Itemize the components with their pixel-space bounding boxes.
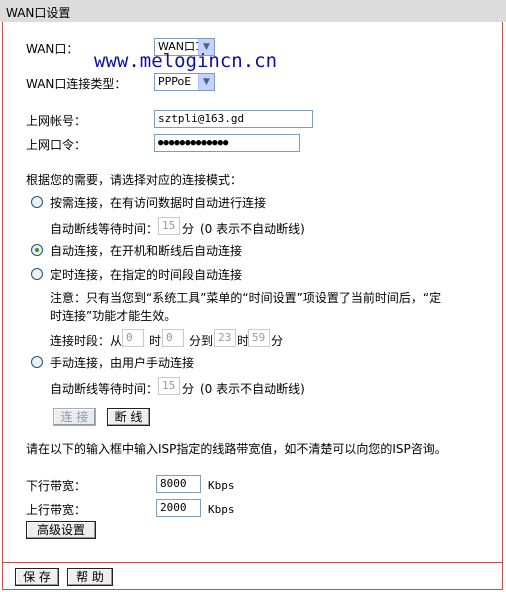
timed-label: 定时连接，在指定的时间段自动连接 [50,268,243,282]
period-label: 连接时段：从 [50,334,123,348]
wan-label: WAN口： [26,42,79,56]
period-minute-label: 分 [271,334,284,348]
page-title: WAN口设置 [6,6,71,20]
watermark: www.melogincn.cn [94,50,278,72]
idle-time-hint-2: (0 表示不自动断线) [200,382,305,396]
uplink-unit: Kbps [208,503,235,516]
connect-button[interactable]: 连 接 [53,408,96,426]
conn-type-select[interactable]: PPPoE ▼ [154,73,215,91]
period-hour-label: 时 [149,334,162,348]
idle-time-label-2: 自动断线等待时间： [50,382,159,396]
idle-time-label: 自动断线等待时间： [50,222,159,236]
disconnect-button[interactable]: 断 线 [107,408,150,426]
uplink-label: 上行带宽： [26,503,87,517]
on-demand-label: 按需连接，在有访问数据时自动进行连接 [50,196,267,210]
note-line-2: 时连接”功能才能生效。 [50,309,177,323]
auto-label: 自动连接，在开机和断线后自动连接 [50,244,243,258]
password-label: 上网口令： [26,138,87,152]
period-to-minute[interactable]: 59 [248,329,270,347]
note-line-1: 注意：只有当您到“系统工具”菜单的“时间设置”项设置了当前时间后，“定 [50,291,442,305]
idle-time-unit-2: 分 [182,382,195,396]
period-from-hour[interactable]: 0 [122,329,144,347]
idle-time-hint: (0 表示不自动断线) [200,222,305,236]
conn-type-label: WAN口连接类型： [26,77,127,91]
uplink-input[interactable]: 2000 [156,499,201,517]
account-input[interactable]: sztpli@163.gd [154,110,313,128]
help-button[interactable]: 帮 助 [67,568,113,586]
downlink-label: 下行带宽： [26,479,87,493]
bandwidth-prompt: 请在以下的输入框中输入ISP指定的线路带宽值，如不清楚可以向您的ISP咨询。 [26,442,447,456]
manual-label: 手动连接，由用户手动连接 [50,356,195,370]
downlink-input[interactable]: 8000 [156,475,201,493]
radio-auto[interactable] [31,244,43,256]
idle-time-input[interactable]: 15 [158,217,180,235]
advanced-settings-button[interactable]: 高级设置 [26,521,96,539]
period-from-minute[interactable]: 0 [162,329,184,347]
downlink-unit: Kbps [208,479,235,492]
password-input[interactable]: ●●●●●●●●●●●●● [154,134,300,152]
period-to-label: 分到 [189,334,214,348]
radio-timed[interactable] [31,268,43,280]
radio-on-demand[interactable] [31,196,43,208]
save-button[interactable]: 保 存 [15,568,59,586]
period-to-hour[interactable]: 23 [214,329,236,347]
account-label: 上网帐号： [26,114,87,128]
idle-time-unit: 分 [182,222,195,236]
conn-type-value: PPPoE [158,75,192,88]
radio-checked-dot [35,248,39,252]
radio-manual[interactable] [31,356,43,368]
idle-time-input-2[interactable]: 15 [158,377,180,395]
mode-prompt: 根据您的需要，请选择对应的连接模式： [26,173,243,187]
title-bar: WAN口设置 [0,0,506,22]
chevron-down-icon[interactable]: ▼ [198,74,214,90]
